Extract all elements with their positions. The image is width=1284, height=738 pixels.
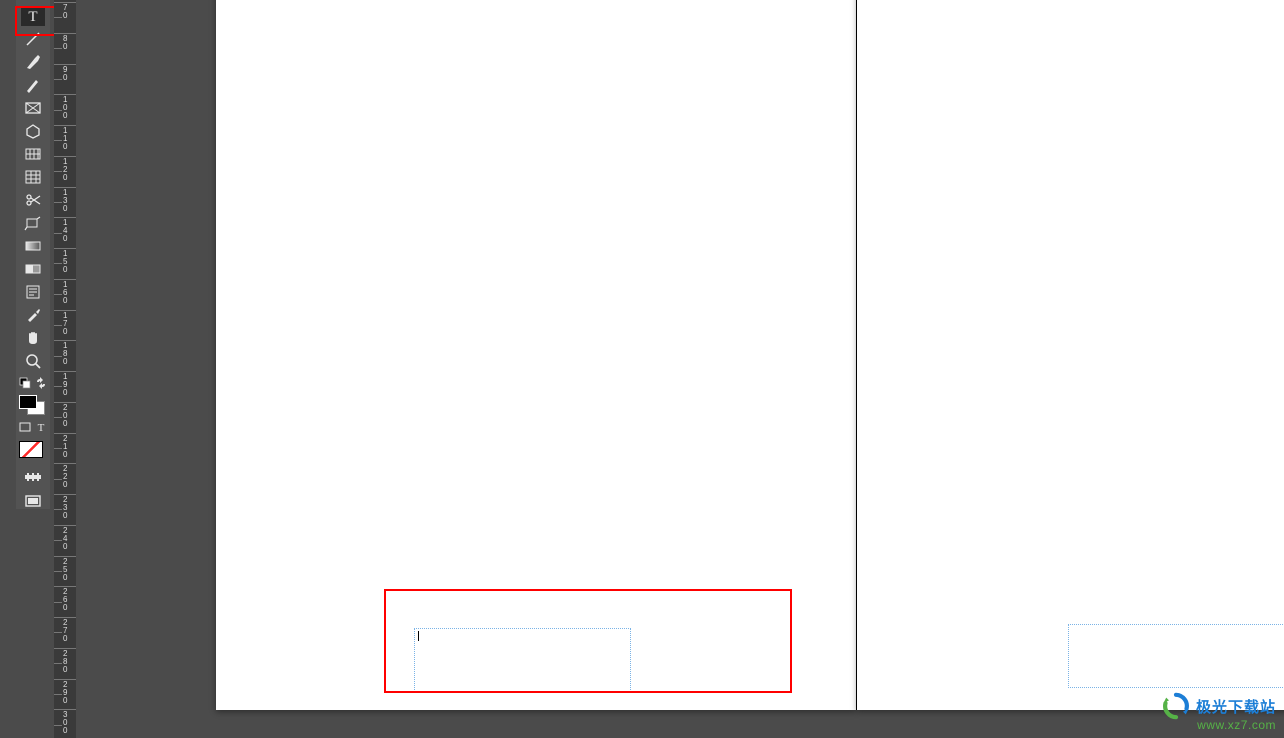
watermark-url: www.xz7.com (1162, 718, 1276, 732)
ruler-digit: 0 (56, 666, 74, 674)
scissors-tool[interactable] (21, 190, 45, 210)
ruler-digit: 0 (56, 727, 74, 735)
default-fill-stroke-icon[interactable] (18, 376, 32, 390)
horizontal-grid-tool[interactable] (21, 144, 45, 164)
ruler-digit: 0 (56, 358, 74, 366)
text-cursor (418, 631, 419, 641)
view-mode-normal[interactable] (23, 469, 43, 485)
text-frame-right[interactable] (1068, 624, 1284, 688)
page-right[interactable] (857, 0, 1284, 710)
page-spread (216, 0, 1284, 710)
vertical-ruler[interactable]: 7080901001101201301401501601701801902002… (54, 0, 76, 738)
gradient-feather-tool[interactable] (21, 259, 45, 279)
fill-stroke-proxy[interactable] (19, 395, 47, 415)
swap-default-row (18, 376, 48, 390)
ruler-digit: 0 (56, 389, 74, 397)
apply-to-row: T (18, 420, 48, 434)
eyedropper-tool[interactable] (21, 305, 45, 325)
vertical-grid-tool[interactable] (21, 167, 45, 187)
pen-tool[interactable] (21, 52, 45, 72)
ruler-digit: 0 (56, 420, 74, 428)
rectangle-frame-tool[interactable] (21, 98, 45, 118)
tool-panel: T (16, 0, 50, 509)
svg-text:T: T (28, 9, 37, 25)
gradient-swatch-tool[interactable] (21, 236, 45, 256)
page-left[interactable] (216, 0, 856, 710)
app-root: T (0, 0, 1284, 738)
ruler-digit: 0 (56, 174, 74, 182)
apply-color-none[interactable] (19, 441, 47, 461)
ruler-digit: 0 (56, 451, 74, 459)
ruler-digit: 0 (56, 604, 74, 612)
ruler-digit: 0 (56, 12, 74, 20)
text-frame-left[interactable] (414, 628, 631, 692)
none-swatch-icon (19, 441, 43, 458)
free-transform-tool[interactable] (21, 213, 45, 233)
hand-tool[interactable] (21, 328, 45, 348)
ruler-digit: 0 (56, 297, 74, 305)
zoom-tool[interactable] (21, 351, 45, 371)
ruler-digit: 0 (56, 112, 74, 120)
ruler-digit: 0 (56, 512, 74, 520)
note-tool[interactable] (21, 282, 45, 302)
ruler-digit: 0 (56, 481, 74, 489)
view-mode-preview[interactable] (23, 493, 43, 509)
formatting-container-icon[interactable] (18, 420, 32, 434)
ruler-digit: 0 (56, 74, 74, 82)
ruler-digit: 0 (56, 266, 74, 274)
type-tool[interactable]: T (21, 6, 45, 26)
line-tool[interactable] (21, 29, 45, 49)
swap-fill-stroke-icon[interactable] (34, 376, 48, 390)
fill-swatch-icon (19, 395, 37, 409)
rectangle-tool[interactable] (21, 121, 45, 141)
ruler-digit: 0 (56, 43, 74, 51)
ruler-digit: 0 (56, 328, 74, 336)
ruler-digit: 0 (56, 205, 74, 213)
pencil-tool[interactable] (21, 75, 45, 95)
ruler-digit: 0 (56, 697, 74, 705)
ruler-digit: 0 (56, 574, 74, 582)
svg-text:T: T (38, 422, 45, 433)
spine-divider (856, 0, 857, 710)
formatting-text-icon[interactable]: T (34, 420, 48, 434)
ruler-digit: 0 (56, 235, 74, 243)
document-canvas[interactable] (76, 0, 1284, 702)
ruler-digit: 0 (56, 143, 74, 151)
ruler-digit: 0 (56, 635, 74, 643)
ruler-digit: 0 (56, 543, 74, 551)
